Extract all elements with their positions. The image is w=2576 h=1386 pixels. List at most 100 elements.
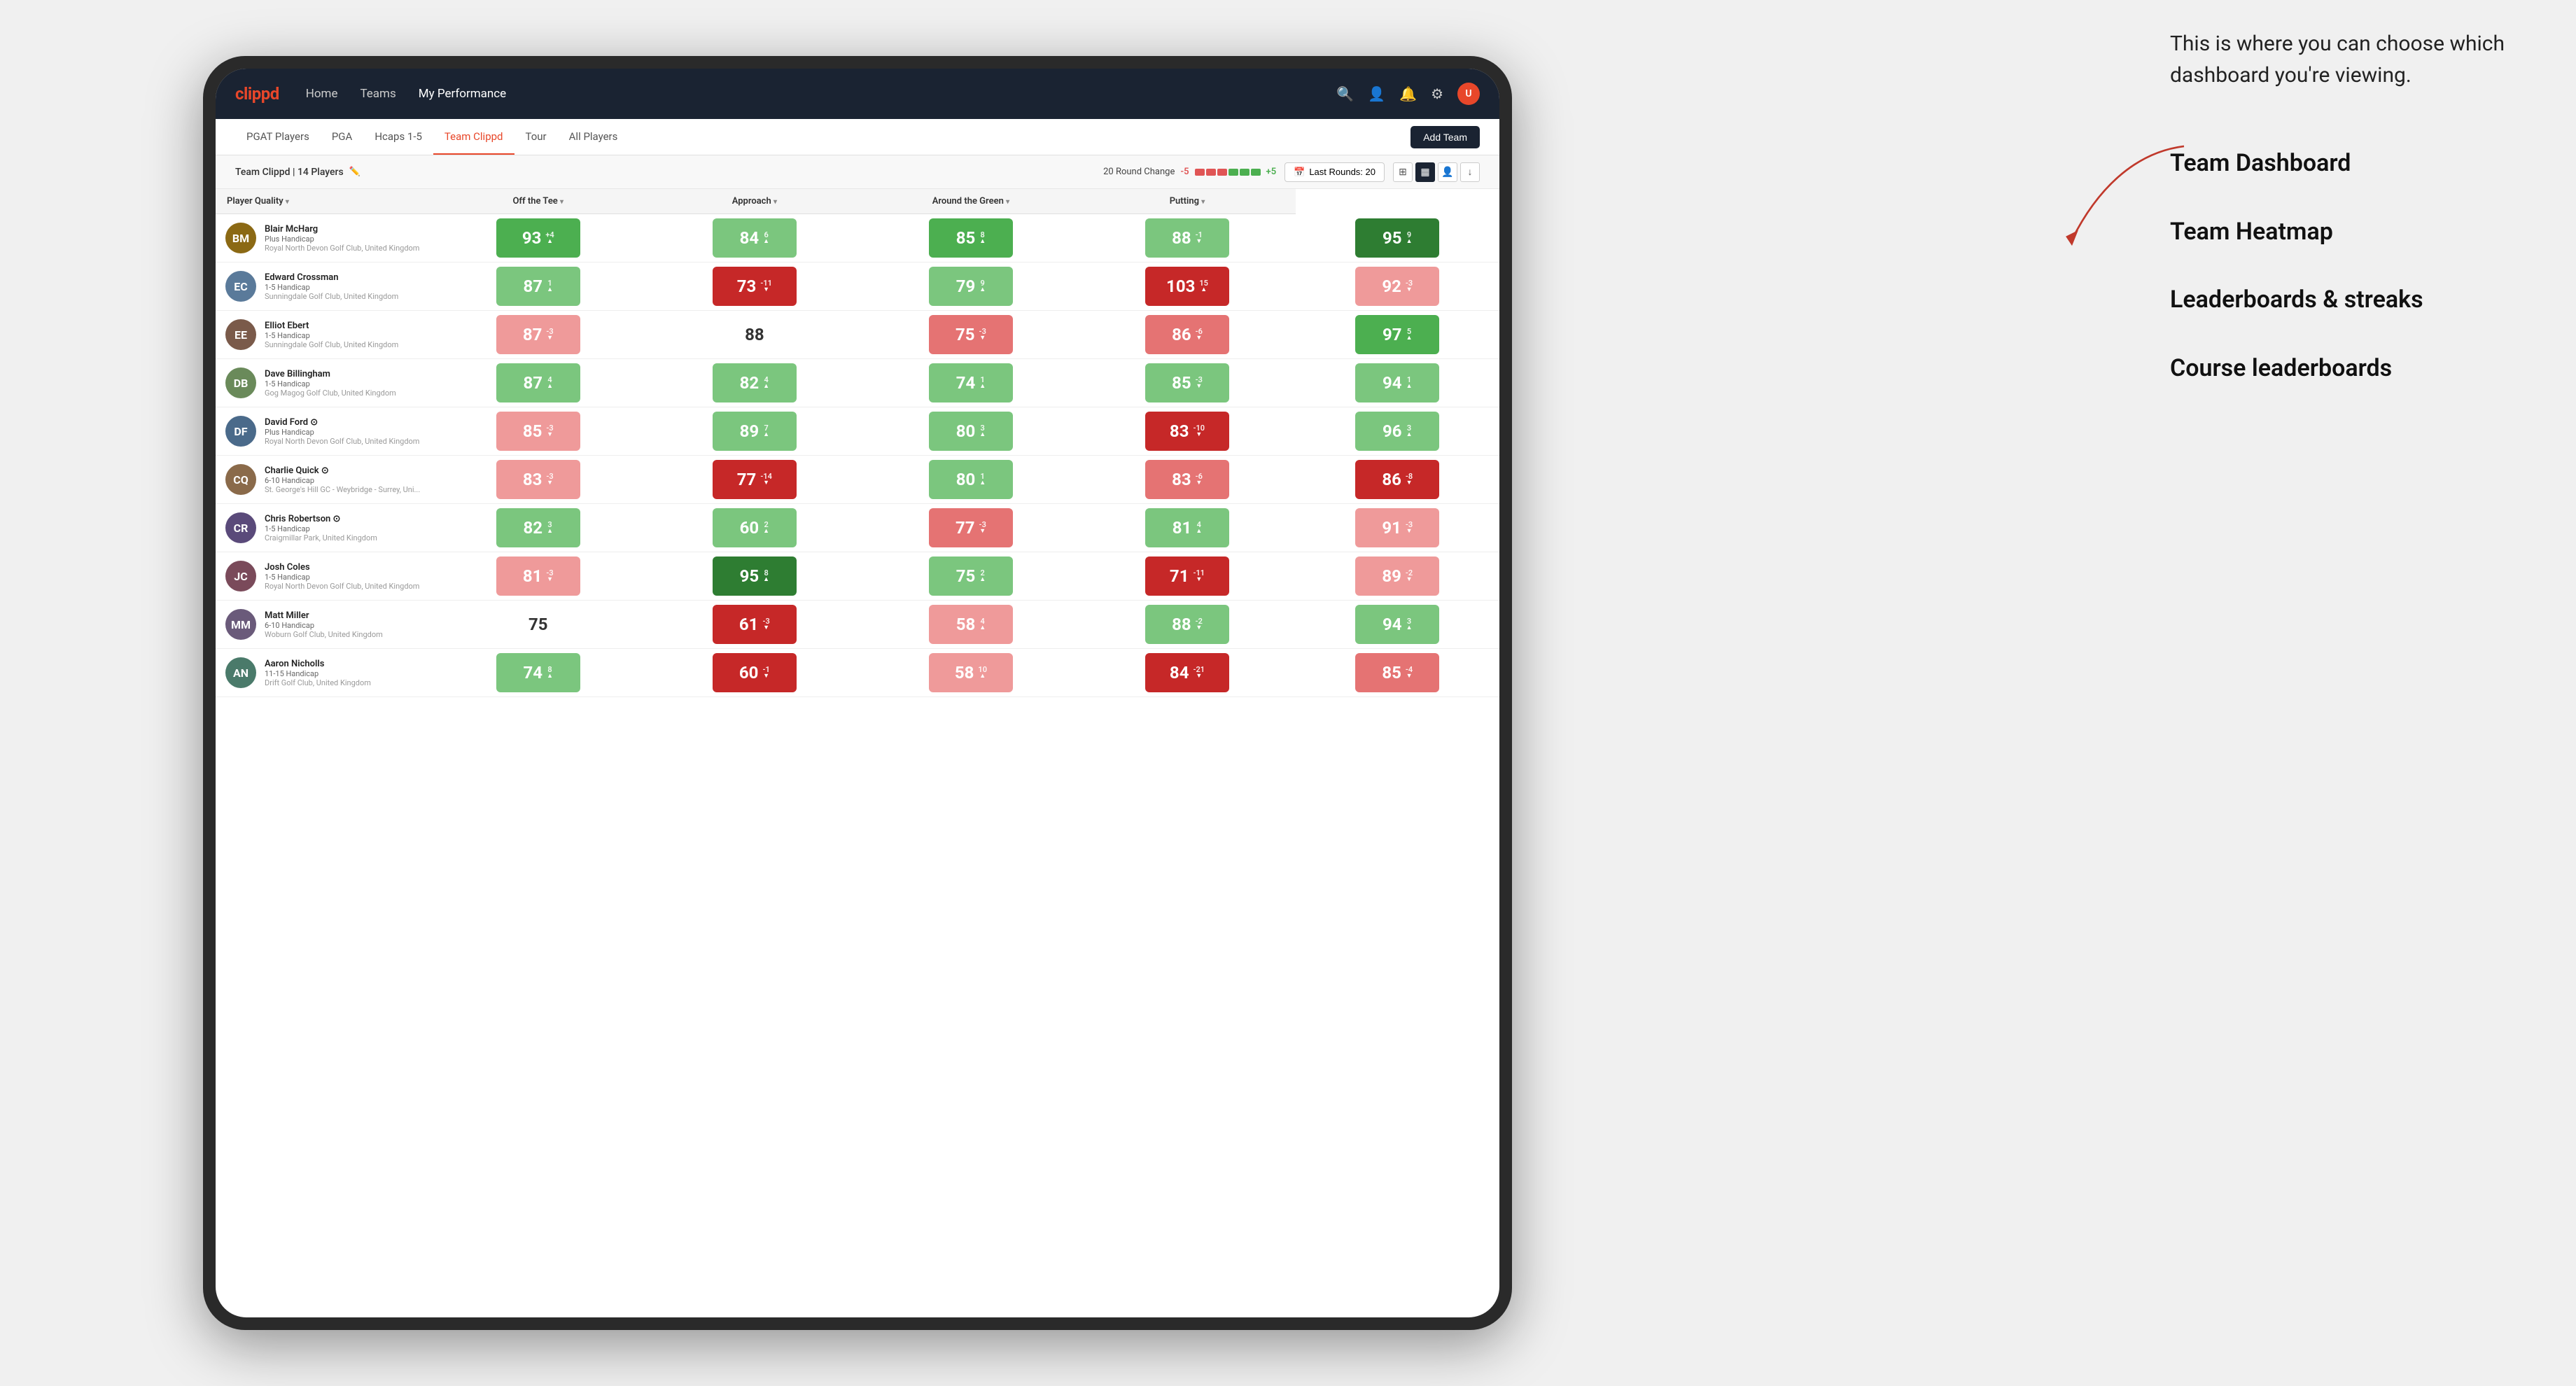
score-cell-4[interactable]: 94 1 ▲ — [1296, 359, 1499, 407]
score-cell-0[interactable]: 82 3 ▲ — [430, 504, 646, 552]
score-cell-0[interactable]: 74 8 ▲ — [430, 649, 646, 697]
player-cell[interactable]: EE Elliot Ebert 1-5 Handicap Sunningdale… — [216, 311, 430, 359]
player-cell[interactable]: BM Blair McHarg Plus Handicap Royal Nort… — [216, 214, 430, 262]
score-delta: 4 ▲ — [1196, 521, 1202, 535]
th-around-green[interactable]: Around the Green ▾ — [862, 189, 1079, 214]
person-view-btn[interactable]: 👤 — [1438, 162, 1457, 182]
score-cell-4[interactable]: 97 5 ▲ — [1296, 311, 1499, 359]
score-cell-2[interactable]: 85 8 ▲ — [862, 214, 1079, 262]
player-cell[interactable]: JC Josh Coles 1-5 Handicap Royal North D… — [216, 552, 430, 601]
score-delta: 8 ▲ — [547, 666, 553, 680]
player-cell[interactable]: MM Matt Miller 6-10 Handicap Woburn Golf… — [216, 601, 430, 649]
search-icon[interactable]: 🔍 — [1336, 85, 1354, 102]
score-cell-1[interactable]: 95 8 ▲ — [646, 552, 862, 601]
download-view-btn[interactable]: ↓ — [1460, 162, 1480, 182]
nav-links: Home Teams My Performance — [304, 84, 1337, 104]
score-cell-3[interactable]: 85 -3 ▼ — [1079, 359, 1295, 407]
edit-team-icon[interactable]: ✏️ — [349, 167, 360, 177]
subnav-tour[interactable]: Tour — [514, 119, 558, 155]
grid-view-btn[interactable]: ⊞ — [1393, 162, 1413, 182]
score-cell-1[interactable]: 73 -11 ▼ — [646, 262, 862, 311]
last-rounds-button[interactable]: 📅 Last Rounds: 20 — [1284, 162, 1385, 182]
score-cell-3[interactable]: 88 -1 ▼ — [1079, 214, 1295, 262]
score-cell-1[interactable]: 84 6 ▲ — [646, 214, 862, 262]
score-cell-0[interactable]: 75 — [430, 601, 646, 649]
subnav-pgat[interactable]: PGAT Players — [235, 119, 321, 155]
score-delta: 1 ▲ — [979, 376, 986, 390]
subnav-hcaps[interactable]: Hcaps 1-5 — [363, 119, 433, 155]
score-cell-2[interactable]: 58 10 ▲ — [862, 649, 1079, 697]
th-off-tee[interactable]: Off the Tee ▾ — [430, 189, 646, 214]
score-cell-3[interactable]: 83 -6 ▼ — [1079, 456, 1295, 504]
score-cell-3[interactable]: 88 -2 ▼ — [1079, 601, 1295, 649]
score-cell-1[interactable]: 82 4 ▲ — [646, 359, 862, 407]
th-approach[interactable]: Approach ▾ — [646, 189, 862, 214]
score-cell-3[interactable]: 103 15 ▲ — [1079, 262, 1295, 311]
score-cell-4[interactable]: 96 3 ▲ — [1296, 407, 1499, 456]
settings-icon[interactable]: ⚙ — [1431, 85, 1443, 102]
score-cell-2[interactable]: 80 1 ▲ — [862, 456, 1079, 504]
player-handicap: Plus Handicap — [265, 428, 420, 437]
score-cell-4[interactable]: 85 -4 ▼ — [1296, 649, 1499, 697]
score-delta: 1 ▲ — [979, 472, 986, 486]
score-cell-0[interactable]: 93 +4 ▲ — [430, 214, 646, 262]
profile-icon[interactable]: 👤 — [1368, 85, 1385, 102]
player-cell[interactable]: AN Aaron Nicholls 11-15 Handicap Drift G… — [216, 649, 430, 697]
score-cell-3[interactable]: 84 -21 ▼ — [1079, 649, 1295, 697]
player-info-cell: CQ Charlie Quick ⊙ 6-10 Handicap St. Geo… — [216, 457, 430, 502]
nav-my-performance[interactable]: My Performance — [417, 84, 507, 104]
score-cell-2[interactable]: 75 2 ▲ — [862, 552, 1079, 601]
add-team-button[interactable]: Add Team — [1410, 126, 1480, 148]
score-cell-2[interactable]: 77 -3 ▼ — [862, 504, 1079, 552]
score-box: 96 3 ▲ — [1355, 412, 1439, 451]
score-cell-4[interactable]: 91 -3 ▼ — [1296, 504, 1499, 552]
score-cell-1[interactable]: 77 -14 ▼ — [646, 456, 862, 504]
player-cell[interactable]: EC Edward Crossman 1-5 Handicap Sunningd… — [216, 262, 430, 311]
score-cell-4[interactable]: 86 -8 ▼ — [1296, 456, 1499, 504]
score-cell-4[interactable]: 94 3 ▲ — [1296, 601, 1499, 649]
subnav-team-clippd[interactable]: Team Clippd — [433, 119, 514, 155]
score-cell-3[interactable]: 83 -10 ▼ — [1079, 407, 1295, 456]
score-cell-2[interactable]: 74 1 ▲ — [862, 359, 1079, 407]
score-cell-3[interactable]: 71 -11 ▼ — [1079, 552, 1295, 601]
score-cell-1[interactable]: 60 2 ▲ — [646, 504, 862, 552]
score-cell-1[interactable]: 61 -3 ▼ — [646, 601, 862, 649]
score-cell-2[interactable]: 75 -3 ▼ — [862, 311, 1079, 359]
nav-home[interactable]: Home — [304, 84, 340, 104]
score-cell-1[interactable]: 60 -1 ▼ — [646, 649, 862, 697]
score-cell-3[interactable]: 81 4 ▲ — [1079, 504, 1295, 552]
score-cell-4[interactable]: 95 9 ▲ — [1296, 214, 1499, 262]
score-cell-2[interactable]: 58 4 ▲ — [862, 601, 1079, 649]
score-cell-2[interactable]: 80 3 ▲ — [862, 407, 1079, 456]
score-cell-1[interactable]: 88 — [646, 311, 862, 359]
heatmap-view-btn[interactable]: ▦ — [1415, 162, 1435, 182]
score-cell-1[interactable]: 89 7 ▲ — [646, 407, 862, 456]
score-cell-4[interactable]: 89 -2 ▼ — [1296, 552, 1499, 601]
score-delta: -3 ▼ — [546, 569, 553, 583]
score-box: 73 -11 ▼ — [713, 267, 797, 306]
player-cell[interactable]: CQ Charlie Quick ⊙ 6-10 Handicap St. Geo… — [216, 456, 430, 504]
subnav-all-players[interactable]: All Players — [558, 119, 629, 155]
player-name: David Ford ⊙ — [265, 417, 420, 428]
score-box: 83 -6 ▼ — [1145, 460, 1229, 499]
player-cell[interactable]: DB Dave Billingham 1-5 Handicap Gog Mago… — [216, 359, 430, 407]
th-putting[interactable]: Putting ▾ — [1079, 189, 1295, 214]
subnav-pga[interactable]: PGA — [321, 119, 363, 155]
player-cell[interactable]: DF David Ford ⊙ Plus Handicap Royal Nort… — [216, 407, 430, 456]
score-cell-2[interactable]: 79 9 ▲ — [862, 262, 1079, 311]
score-value: 77 — [955, 518, 975, 538]
score-cell-0[interactable]: 87 1 ▲ — [430, 262, 646, 311]
bell-icon[interactable]: 🔔 — [1399, 85, 1417, 102]
score-cell-4[interactable]: 92 -3 ▼ — [1296, 262, 1499, 311]
score-cell-3[interactable]: 86 -6 ▼ — [1079, 311, 1295, 359]
user-avatar[interactable]: U — [1457, 83, 1480, 105]
score-cell-0[interactable]: 87 -3 ▼ — [430, 311, 646, 359]
round-change: 20 Round Change -5 +5 — [1103, 167, 1276, 177]
round-change-plus: +5 — [1266, 167, 1277, 177]
score-cell-0[interactable]: 81 -3 ▼ — [430, 552, 646, 601]
score-cell-0[interactable]: 83 -3 ▼ — [430, 456, 646, 504]
nav-teams[interactable]: Teams — [358, 84, 397, 104]
player-cell[interactable]: CR Chris Robertson ⊙ 1-5 Handicap Craigm… — [216, 504, 430, 552]
score-cell-0[interactable]: 85 -3 ▼ — [430, 407, 646, 456]
score-cell-0[interactable]: 87 4 ▲ — [430, 359, 646, 407]
